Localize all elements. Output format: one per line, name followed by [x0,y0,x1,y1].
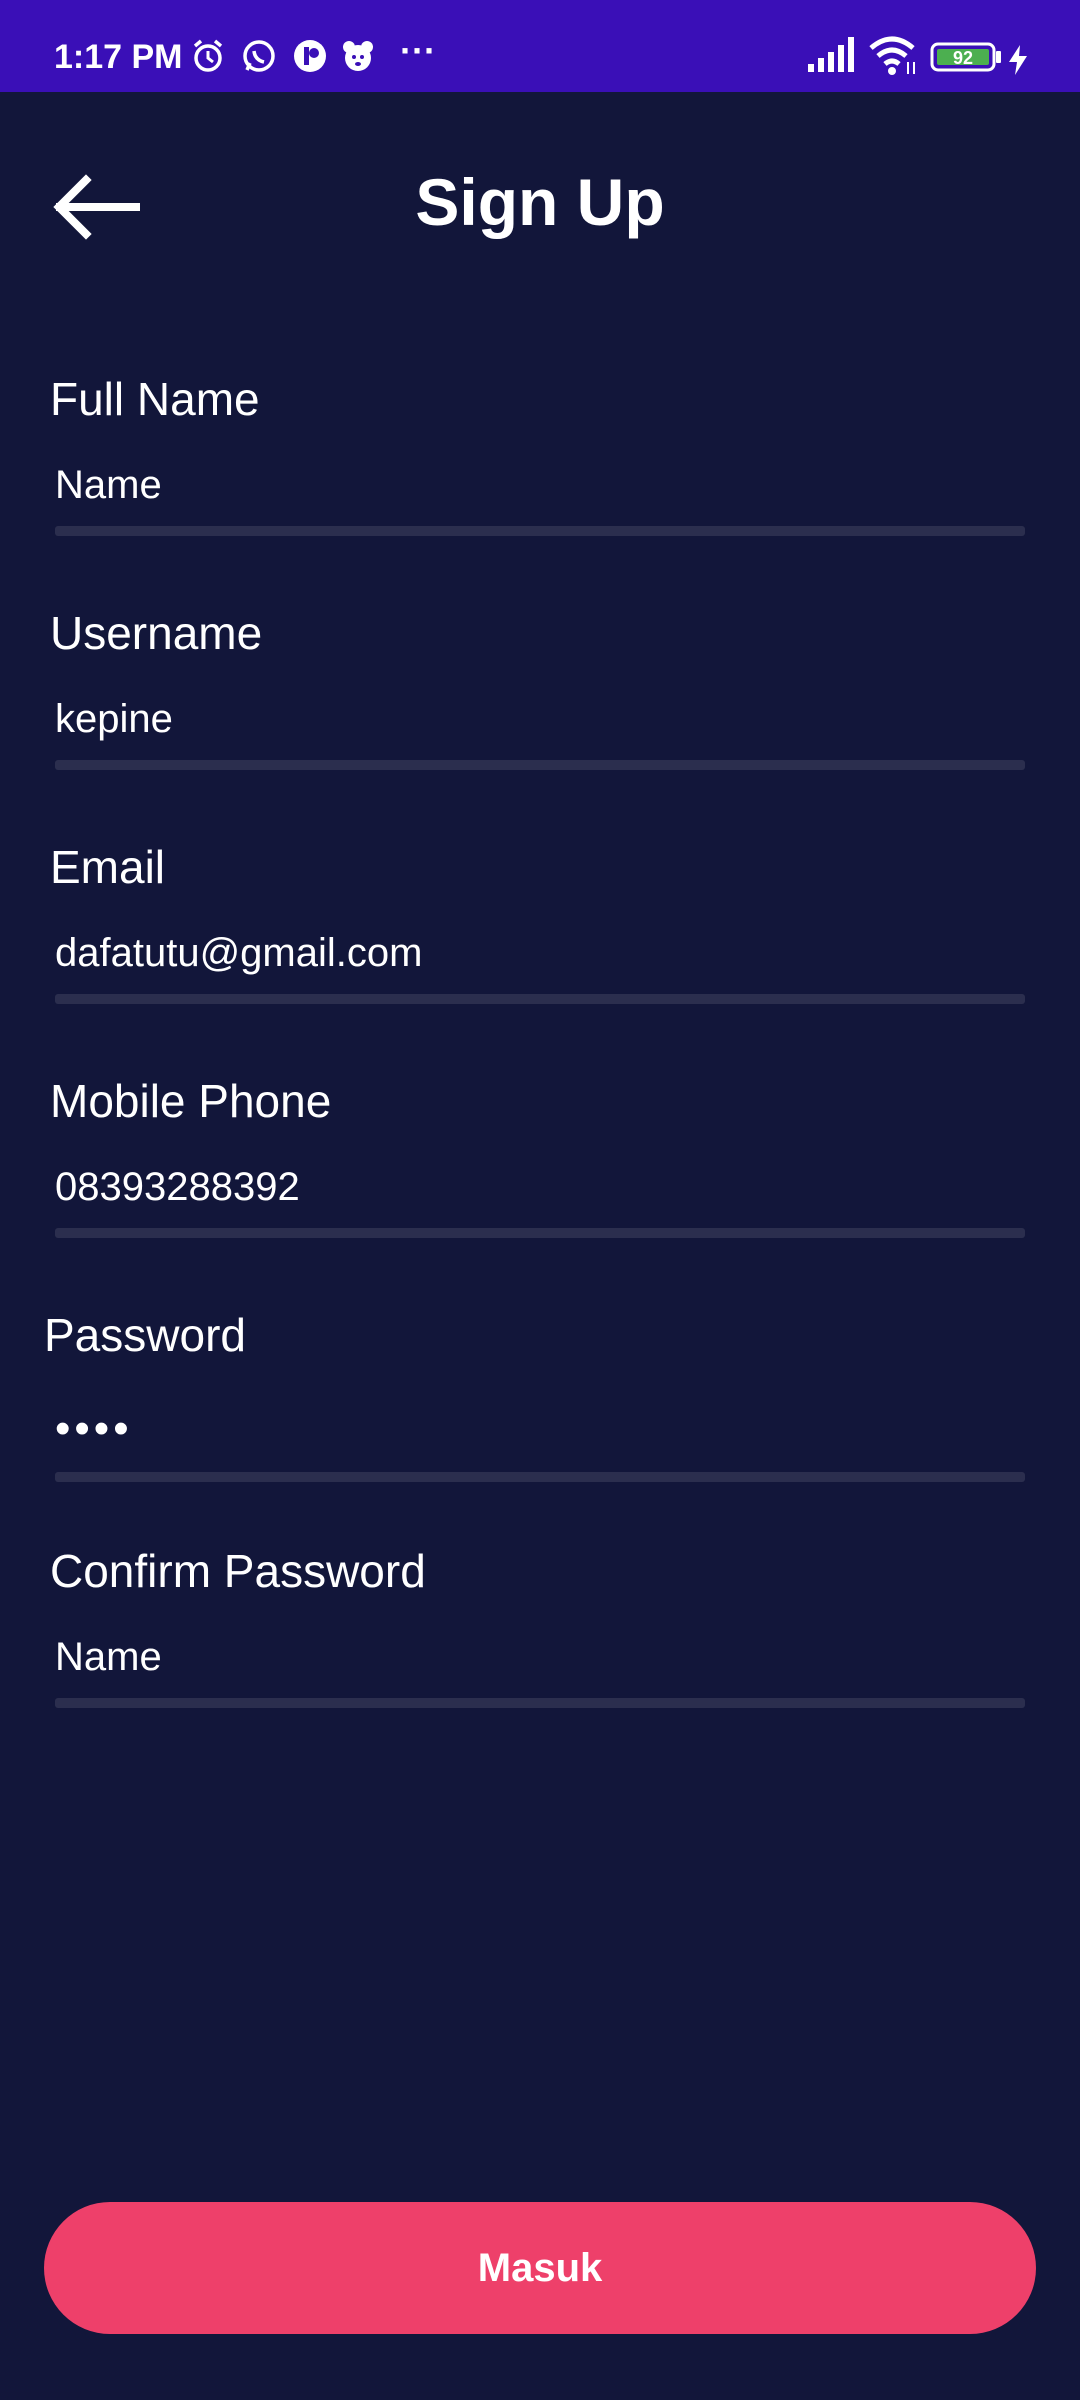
confirm-password-group: Confirm Password [0,1544,1080,1744]
charging-icon [1009,45,1027,75]
full-name-input[interactable] [55,450,1025,520]
confirm-password-input[interactable] [55,1622,1025,1692]
email-underline [55,994,1025,1004]
password-label: Password [44,1309,246,1361]
status-time: 1:17 PM [54,38,183,76]
mobile-phone-group: Mobile Phone [0,1074,1080,1274]
email-input[interactable] [55,918,1025,988]
password-underline [55,1472,1025,1482]
password-group: Password [0,1308,1080,1508]
alarm-icon [193,39,223,72]
email-label: Email [50,841,166,893]
username-input[interactable] [55,684,1025,754]
status-bar: 1:17 PM ··· 92 [0,0,1080,92]
password-input[interactable] [55,1394,1025,1464]
mobile-phone-label: Mobile Phone [50,1075,332,1127]
signal-icon [808,37,854,72]
more-notifications-indicator: ··· [400,30,436,71]
confirm-password-underline [55,1698,1025,1708]
mobile-phone-input[interactable] [55,1152,1025,1222]
whatsapp-icon [243,40,275,72]
page-title: Sign Up [415,165,665,239]
full-name-group: Full Name [0,372,1080,572]
battery-level: 92 [952,48,974,68]
app-icon [294,40,326,72]
mobile-phone-underline [55,1228,1025,1238]
header: Sign Up [0,92,1080,292]
battery-icon: 92 [930,42,1001,72]
username-underline [55,760,1025,770]
username-group: Username [0,606,1080,806]
masuk-button[interactable]: Masuk [44,2202,1036,2334]
full-name-label: Full Name [50,373,260,425]
wifi-icon [869,36,915,75]
confirm-password-label: Confirm Password [50,1545,426,1597]
full-name-underline [55,526,1025,536]
email-group: Email [0,840,1080,1040]
username-label: Username [50,607,263,659]
cartoon-app-icon [343,41,373,71]
